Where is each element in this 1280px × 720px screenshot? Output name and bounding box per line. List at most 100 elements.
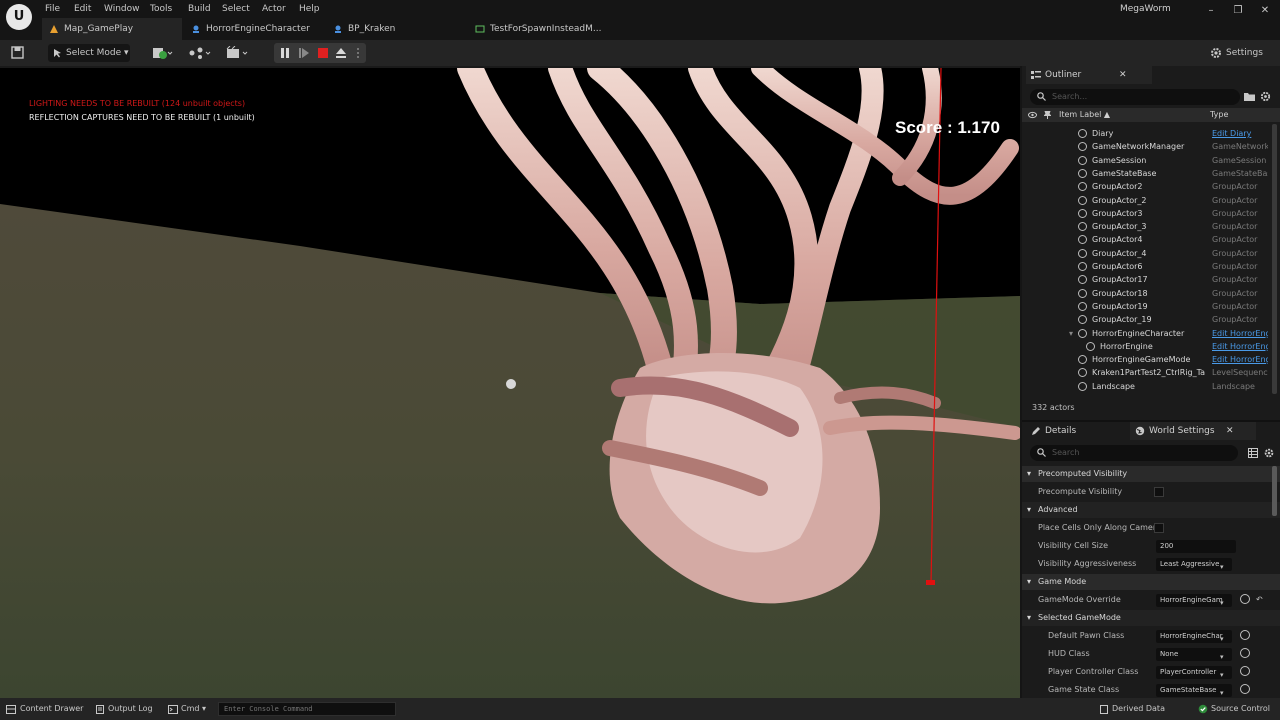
outliner-row[interactable]: GroupActor6 GroupActor bbox=[1022, 260, 1268, 273]
actor-name: HorrorEngineGameMode bbox=[1092, 355, 1191, 365]
tab-bp-kraken[interactable]: BP_Kraken bbox=[326, 18, 466, 40]
menu-edit[interactable]: Edit bbox=[74, 2, 91, 16]
outliner-scrollbar[interactable] bbox=[1272, 124, 1277, 394]
content-drawer-button[interactable]: Content Drawer bbox=[6, 702, 83, 716]
outliner-row[interactable]: Landscape Landscape bbox=[1022, 380, 1268, 393]
cmd-label: Cmd bbox=[181, 704, 200, 713]
add-actor-icon[interactable] bbox=[152, 46, 174, 60]
expand-arrow-icon[interactable]: ▾ bbox=[1069, 327, 1073, 340]
outliner-row[interactable]: Diary Edit Diary bbox=[1022, 127, 1268, 140]
actor-type-link[interactable]: Edit HorrorEngineCharacter bbox=[1212, 327, 1268, 340]
pin-icon[interactable] bbox=[1044, 111, 1051, 119]
close-world-settings-icon[interactable]: ✕ bbox=[1226, 422, 1234, 440]
unreal-logo-icon[interactable]: U bbox=[6, 4, 32, 30]
table-view-icon[interactable] bbox=[1248, 448, 1258, 458]
browse-arrow-icon[interactable] bbox=[1240, 666, 1250, 676]
menu-select[interactable]: Select bbox=[222, 2, 250, 16]
select-mode-button[interactable]: Select Mode ▾ bbox=[48, 44, 130, 62]
outliner-row[interactable]: GroupActor3 GroupActor bbox=[1022, 207, 1268, 220]
precompute-visibility-checkbox[interactable] bbox=[1154, 487, 1164, 497]
outliner-row[interactable]: HorrorEngineGameMode Edit HorrorEngineGam… bbox=[1022, 353, 1268, 366]
blueprint-menu-icon[interactable] bbox=[188, 46, 212, 60]
outliner-row[interactable]: GameSession GameSession bbox=[1022, 154, 1268, 167]
browse-arrow-icon[interactable] bbox=[1240, 684, 1250, 694]
derived-data-button[interactable]: Derived Data bbox=[1100, 702, 1165, 716]
details-scrollbar[interactable] bbox=[1272, 466, 1277, 516]
cinematics-icon[interactable] bbox=[226, 46, 250, 60]
actor-type-link[interactable]: Edit HorrorEngine bbox=[1212, 340, 1268, 353]
add-folder-icon[interactable] bbox=[1244, 91, 1255, 102]
pause-icon[interactable] bbox=[279, 47, 291, 59]
section-game-mode[interactable]: ▾ Game Mode bbox=[1022, 574, 1280, 590]
maximize-button[interactable]: ❐ bbox=[1225, 2, 1251, 20]
menu-build[interactable]: Build bbox=[188, 2, 211, 16]
details-search-input[interactable]: Search bbox=[1030, 445, 1238, 461]
reset-icon[interactable]: ↶ bbox=[1256, 591, 1263, 609]
section-precomputed-visibility[interactable]: ▾ Precomputed Visibility bbox=[1022, 466, 1280, 482]
outliner-row[interactable]: GroupActor_3 GroupActor bbox=[1022, 220, 1268, 233]
outliner-row[interactable]: GameNetworkManager GameNetworkManager bbox=[1022, 140, 1268, 153]
tab-details[interactable]: Details bbox=[1026, 422, 1126, 440]
actor-type-link[interactable]: Edit Diary bbox=[1212, 127, 1268, 140]
menu-actor[interactable]: Actor bbox=[262, 2, 286, 16]
outliner-row[interactable]: GameStateBase GameStateBase bbox=[1022, 167, 1268, 180]
menu-window[interactable]: Window bbox=[104, 2, 140, 16]
more-options-icon[interactable] bbox=[355, 47, 361, 59]
stop-icon[interactable] bbox=[317, 47, 329, 59]
actor-type: LevelSequenceActor bbox=[1212, 368, 1268, 378]
outliner-row[interactable]: ▾ HorrorEngineCharacter Edit HorrorEngineC… bbox=[1022, 327, 1268, 340]
outliner-row[interactable]: Kraken1PartTest2_CtrlRig_Ta LevelSequence… bbox=[1022, 366, 1268, 379]
actor-name: GroupActor18 bbox=[1092, 288, 1148, 298]
step-forward-icon[interactable] bbox=[298, 47, 310, 59]
outliner-row[interactable]: GroupActor4 GroupActor bbox=[1022, 233, 1268, 246]
visibility-eye-icon[interactable] bbox=[1028, 111, 1037, 119]
menu-help[interactable]: Help bbox=[299, 2, 320, 16]
cmd-dropdown[interactable]: Cmd ▾ bbox=[168, 702, 206, 716]
outliner-row[interactable]: GroupActor2 GroupActor bbox=[1022, 180, 1268, 193]
visibility-cell-size-input[interactable]: 200 bbox=[1156, 540, 1236, 553]
actor-type: Landscape bbox=[1212, 381, 1255, 391]
outliner-row[interactable]: GroupActor18 GroupActor bbox=[1022, 287, 1268, 300]
outliner-row[interactable]: GroupActor19 GroupActor bbox=[1022, 300, 1268, 313]
outliner-search-input[interactable]: Search... bbox=[1030, 89, 1240, 105]
section-advanced[interactable]: ▾ Advanced bbox=[1022, 502, 1280, 518]
outliner-settings-icon[interactable] bbox=[1260, 91, 1271, 102]
console-command-input[interactable] bbox=[218, 702, 396, 716]
actor-icon bbox=[1078, 155, 1087, 165]
menu-file[interactable]: File bbox=[45, 2, 60, 16]
settings-button[interactable]: Settings bbox=[1208, 44, 1268, 62]
save-icon[interactable] bbox=[11, 46, 24, 59]
outliner-row[interactable]: GroupActor_2 GroupActor bbox=[1022, 194, 1268, 207]
minimize-button[interactable]: – bbox=[1198, 2, 1224, 20]
outliner-row[interactable]: HorrorEngine Edit HorrorEngine bbox=[1022, 340, 1268, 353]
actor-name: GameSession bbox=[1092, 155, 1147, 165]
browse-arrow-icon[interactable] bbox=[1240, 648, 1250, 658]
source-control-button[interactable]: Source Control bbox=[1198, 702, 1270, 716]
column-item-label[interactable]: Item Label ▲ bbox=[1059, 108, 1110, 122]
tab-map-gameplay[interactable]: Map_GamePlay bbox=[42, 18, 182, 40]
section-selected-gamemode[interactable]: ▾ Selected GameMode bbox=[1022, 610, 1280, 626]
actor-name: GroupActor2 bbox=[1092, 182, 1143, 192]
outliner-row[interactable]: GroupActor_4 GroupActor bbox=[1022, 247, 1268, 260]
actor-type-link[interactable]: Edit HorrorEngineGameMode bbox=[1212, 353, 1268, 366]
tab-test-for-spawn[interactable]: TestForSpawnInsteadM... bbox=[468, 18, 608, 40]
close-outliner-icon[interactable]: ✕ bbox=[1119, 66, 1127, 84]
outliner-row[interactable]: GroupActor17 GroupActor bbox=[1022, 273, 1268, 286]
status-bar: Content Drawer Output Log Cmd ▾ Derived … bbox=[0, 698, 1280, 720]
tab-outliner[interactable]: Outliner ✕ bbox=[1026, 66, 1152, 84]
tab-horror-engine-character[interactable]: HorrorEngineCharacter bbox=[184, 18, 324, 40]
eject-icon[interactable] bbox=[335, 47, 347, 59]
browse-arrow-icon[interactable] bbox=[1240, 630, 1250, 640]
outliner-row[interactable]: GroupActor_19 GroupActor bbox=[1022, 313, 1268, 326]
select-mode-label: Select Mode bbox=[66, 48, 122, 58]
output-log-label: Output Log bbox=[108, 704, 153, 713]
level-viewport[interactable]: LIGHTING NEEDS TO BE REBUILT (124 unbuil… bbox=[0, 66, 1020, 698]
menu-tools[interactable]: Tools bbox=[150, 2, 172, 16]
column-type[interactable]: Type bbox=[1210, 108, 1228, 122]
details-settings-icon[interactable] bbox=[1264, 448, 1274, 458]
place-cells-checkbox[interactable] bbox=[1154, 523, 1164, 533]
output-log-button[interactable]: Output Log bbox=[96, 702, 153, 716]
tab-world-settings[interactable]: World Settings ✕ bbox=[1130, 422, 1256, 440]
close-window-button[interactable]: ✕ bbox=[1252, 2, 1278, 20]
browse-arrow-icon[interactable] bbox=[1240, 594, 1250, 604]
